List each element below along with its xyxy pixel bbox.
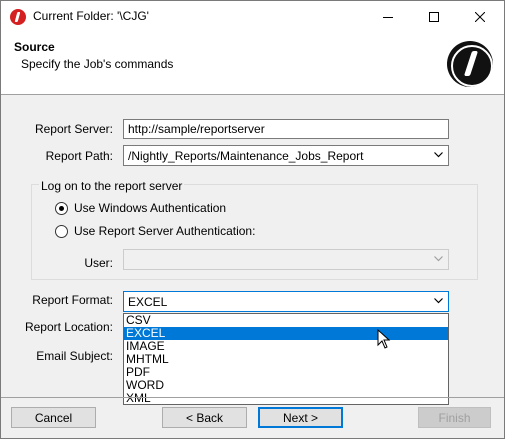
report-format-value: EXCEL bbox=[128, 295, 168, 309]
dropdown-option-selected[interactable]: EXCEL bbox=[124, 327, 448, 340]
maximize-button[interactable] bbox=[411, 1, 457, 32]
dropdown-option[interactable]: WORD bbox=[124, 379, 448, 392]
report-server-input[interactable]: http://sample/reportserver bbox=[123, 119, 449, 139]
user-label: User: bbox=[84, 256, 113, 270]
email-subject-label: Email Subject: bbox=[36, 349, 113, 363]
title-bar[interactable]: Current Folder: '\CJG' bbox=[1, 1, 504, 32]
finish-button[interactable]: Finish bbox=[418, 407, 491, 428]
minimize-icon bbox=[383, 16, 393, 18]
minimize-button[interactable] bbox=[365, 1, 411, 32]
cancel-button[interactable]: Cancel bbox=[11, 407, 96, 428]
wizard-window: Current Folder: '\CJG' Source Specify th… bbox=[0, 0, 505, 439]
report-format-dropdown[interactable]: CSV EXCEL IMAGE MHTML PDF WORD XML bbox=[123, 313, 449, 405]
app-icon bbox=[10, 9, 26, 25]
report-format-label: Report Format: bbox=[32, 293, 113, 307]
report-format-combo[interactable]: EXCEL bbox=[123, 291, 449, 312]
windows-auth-label[interactable]: Use Windows Authentication bbox=[74, 201, 226, 215]
window-title: Current Folder: '\CJG' bbox=[33, 9, 149, 23]
windows-auth-radio[interactable] bbox=[55, 202, 68, 215]
close-button[interactable] bbox=[457, 1, 503, 32]
job-logo-icon bbox=[447, 41, 493, 87]
report-path-combo[interactable]: /Nightly_Reports/Maintenance_Jobs_Report bbox=[123, 145, 449, 166]
mouse-pointer-icon bbox=[377, 329, 391, 349]
report-path-value: /Nightly_Reports/Maintenance_Jobs_Report bbox=[128, 149, 364, 163]
chevron-down-icon bbox=[434, 256, 443, 262]
logon-group-label: Log on to the report server bbox=[39, 179, 185, 193]
page-title: Source bbox=[14, 40, 55, 54]
wizard-header: Source Specify the Job's commands bbox=[1, 32, 504, 95]
report-location-label: Report Location: bbox=[24, 320, 113, 334]
dropdown-option[interactable]: MHTML bbox=[124, 353, 448, 366]
chevron-down-icon bbox=[434, 298, 443, 304]
report-server-label: Report Server: bbox=[34, 122, 113, 136]
page-subtitle: Specify the Job's commands bbox=[21, 57, 174, 71]
user-combo[interactable] bbox=[123, 249, 449, 270]
dropdown-option[interactable]: XML bbox=[124, 392, 448, 405]
next-button[interactable]: Next > bbox=[258, 407, 343, 428]
dropdown-option[interactable]: PDF bbox=[124, 366, 448, 379]
back-button[interactable]: < Back bbox=[162, 407, 247, 428]
report-path-label: Report Path: bbox=[45, 149, 113, 163]
maximize-icon bbox=[429, 11, 439, 22]
footer-divider bbox=[1, 397, 504, 398]
dropdown-option[interactable]: IMAGE bbox=[124, 340, 448, 353]
server-auth-radio[interactable] bbox=[55, 225, 68, 238]
chevron-down-icon bbox=[434, 152, 443, 158]
server-auth-label[interactable]: Use Report Server Authentication: bbox=[74, 224, 255, 238]
dropdown-option[interactable]: CSV bbox=[124, 314, 448, 327]
close-icon bbox=[475, 11, 485, 22]
